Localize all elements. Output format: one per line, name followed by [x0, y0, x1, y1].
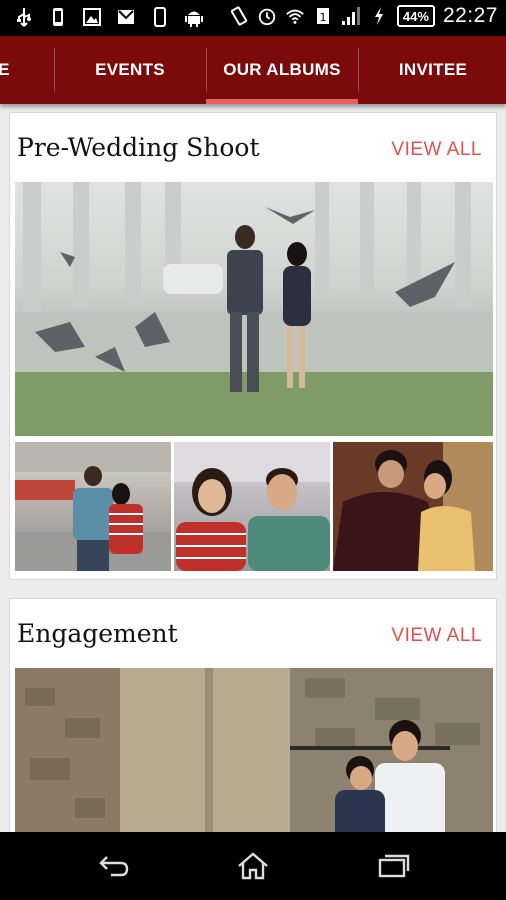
tab-invitee[interactable]: INVITEE: [358, 36, 506, 104]
navigation-bar: [0, 832, 506, 900]
tab-events[interactable]: EVENTS: [54, 36, 206, 104]
view-all-button[interactable]: VIEW ALL: [391, 625, 482, 647]
phone-icon: [53, 8, 63, 26]
notification-icons: [14, 6, 204, 28]
clock: 22:27: [442, 4, 498, 27]
tab-our-albums[interactable]: OUR ALBUMS: [206, 36, 358, 104]
thumbnail-illustration: [174, 442, 330, 571]
back-icon: [99, 856, 129, 877]
album-thumbnail[interactable]: [15, 442, 171, 571]
system-indicators: 1 44% 22:27: [229, 4, 498, 28]
svg-text:1: 1: [319, 11, 326, 24]
album-thumbnail[interactable]: [174, 442, 330, 571]
cover-photo-illustration: [15, 668, 493, 832]
vibrate-icon: [230, 6, 248, 26]
phone-outline-icon: [154, 7, 166, 27]
signal-icon: [341, 7, 360, 25]
cover-photo-illustration: [15, 182, 493, 436]
album-card: Engagement VIEW ALL: [9, 598, 497, 832]
active-tab-indicator: [206, 99, 358, 104]
android-icon: [185, 11, 203, 27]
album-thumbnail[interactable]: [333, 442, 493, 571]
recents-button[interactable]: [372, 846, 416, 886]
image-icon: [83, 8, 101, 26]
album-title: Engagement: [17, 619, 178, 648]
thumbnail-illustration: [15, 442, 171, 571]
gmail-icon: [118, 10, 134, 24]
back-button[interactable]: [92, 846, 136, 886]
home-button[interactable]: [231, 846, 275, 886]
view-all-button[interactable]: VIEW ALL: [391, 139, 482, 161]
album-card: Pre-Wedding Shoot VIEW ALL: [9, 112, 497, 580]
alarm-icon: [258, 8, 276, 26]
sim-icon: 1: [316, 8, 329, 24]
albums-list[interactable]: Pre-Wedding Shoot VIEW ALL Engagement VI…: [0, 104, 506, 832]
charging-icon: [374, 7, 383, 25]
home-icon: [238, 852, 268, 880]
recents-icon: [378, 854, 410, 878]
usb-icon: [17, 8, 31, 27]
tab-partial[interactable]: E: [0, 36, 14, 104]
thumbnail-illustration: [333, 442, 493, 571]
status-bar: 1 44% 22:27: [0, 0, 506, 36]
album-cover-photo[interactable]: [15, 668, 493, 832]
tab-bar: E EVENTS OUR ALBUMS INVITEE: [0, 36, 506, 104]
battery-level: 44%: [396, 5, 435, 27]
album-title: Pre-Wedding Shoot: [17, 133, 260, 162]
album-cover-photo[interactable]: [15, 182, 493, 436]
wifi-icon: [286, 9, 304, 24]
